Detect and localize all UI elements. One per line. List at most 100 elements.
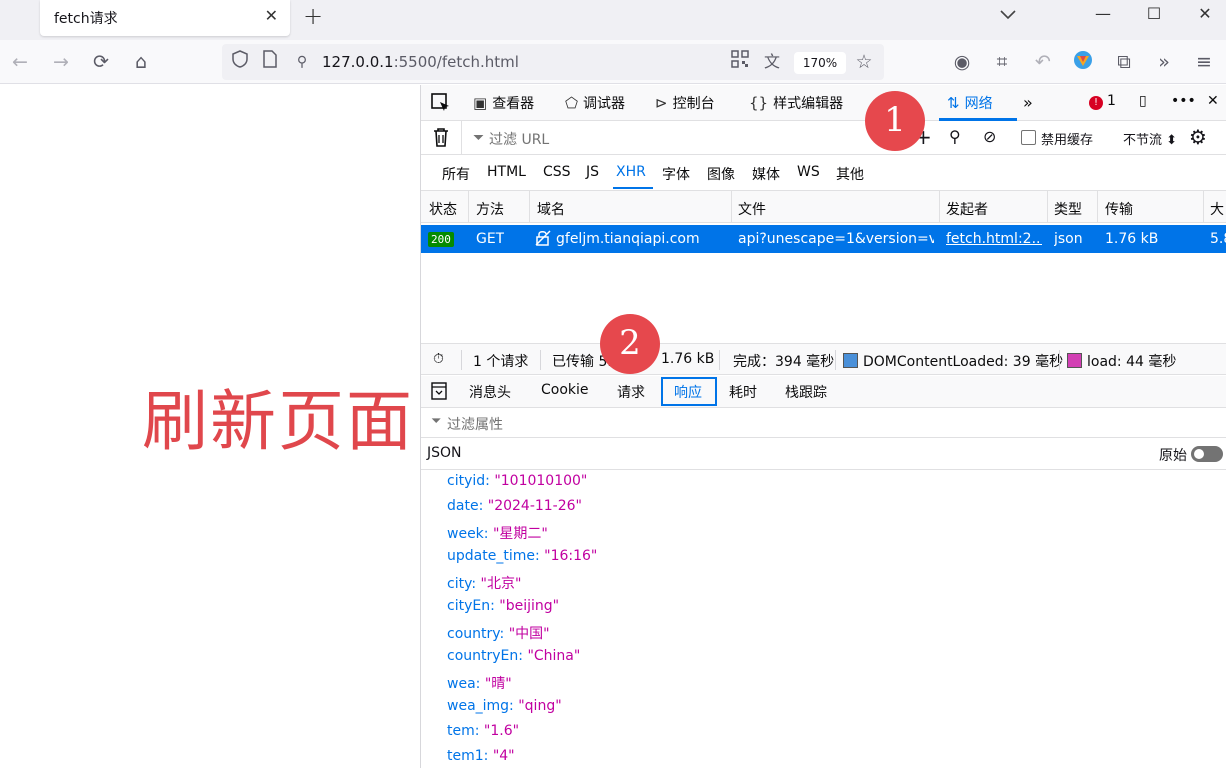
tab-request[interactable]: 请求: [617, 382, 645, 402]
tab-debugger[interactable]: ⬠ 调试器: [565, 93, 625, 113]
column-status[interactable]: 状态: [429, 199, 457, 219]
json-row[interactable]: cityEn: "beijing": [447, 598, 559, 614]
column-divider: [1047, 191, 1048, 223]
extensions-puzzle-icon[interactable]: ⧉: [1112, 50, 1136, 74]
column-initiator[interactable]: 发起者: [946, 199, 988, 219]
forward-arrow-icon[interactable]: →: [49, 50, 73, 74]
request-initiator-link[interactable]: fetch.html:2...: [946, 231, 1042, 247]
account-icon[interactable]: ◉: [950, 50, 974, 74]
menu-icon[interactable]: ≡: [1192, 50, 1216, 74]
json-response-viewer: cityid: "101010100" date: "2024-11-26" wee…: [421, 471, 1226, 768]
extension-shield-icon[interactable]: [1071, 50, 1095, 74]
disable-cache-checkbox[interactable]: [1021, 130, 1036, 145]
transferred-summary-rest: 1.76 kB: [661, 351, 715, 367]
more-tools-chevron-icon[interactable]: »: [1023, 93, 1033, 112]
tab-timings[interactable]: 耗时: [729, 382, 757, 402]
column-file[interactable]: 文件: [738, 199, 766, 219]
json-key: wea_img:: [447, 698, 519, 714]
shield-icon[interactable]: [228, 50, 252, 74]
filter-js[interactable]: JS: [586, 164, 599, 180]
json-row[interactable]: wea_img: "qing": [447, 698, 562, 714]
json-key: country:: [447, 626, 509, 642]
column-divider: [468, 191, 469, 223]
more-options-icon[interactable]: •••: [1171, 93, 1196, 109]
clear-trash-icon[interactable]: [433, 127, 449, 151]
undo-icon[interactable]: ↶: [1031, 50, 1055, 74]
filter-other[interactable]: 其他: [836, 164, 864, 184]
minimize-button[interactable]: —: [1080, 4, 1126, 28]
qr-code-icon[interactable]: [728, 50, 752, 74]
stopwatch-icon[interactable]: ⏱: [433, 351, 444, 367]
maximize-button[interactable]: ☐: [1131, 4, 1177, 28]
filter-images[interactable]: 图像: [707, 164, 735, 184]
error-count-badge[interactable]: ! 1: [1089, 93, 1116, 110]
page-info-icon[interactable]: [258, 50, 282, 74]
json-value: "4": [492, 748, 515, 764]
tab-headers[interactable]: 消息头: [469, 382, 511, 402]
close-window-button[interactable]: ✕: [1182, 4, 1226, 28]
tab-network[interactable]: ⇅ 网络: [947, 93, 993, 113]
list-tabs-chevron-icon[interactable]: [1000, 8, 1016, 24]
element-picker-icon[interactable]: [431, 93, 451, 117]
filter-media[interactable]: 媒体: [752, 164, 780, 184]
json-key: cityEn:: [447, 598, 500, 614]
column-domain[interactable]: 域名: [537, 199, 565, 219]
raw-toggle-switch[interactable]: [1191, 446, 1223, 462]
block-icon[interactable]: ⊘: [983, 127, 996, 146]
throttle-select[interactable]: 不节流 ⬍: [1123, 129, 1177, 148]
json-label[interactable]: JSON: [427, 445, 462, 461]
filter-all[interactable]: 所有: [442, 164, 470, 184]
tab-cookie[interactable]: Cookie: [541, 382, 589, 398]
json-key: city:: [447, 576, 481, 592]
screenshot-crop-icon[interactable]: ⌗: [990, 50, 1014, 74]
overflow-chevrons-icon[interactable]: »: [1152, 50, 1176, 74]
network-settings-gear-icon[interactable]: ⚙: [1189, 125, 1207, 149]
tab-console[interactable]: ⊳ 控制台: [655, 93, 715, 113]
filter-fonts[interactable]: 字体: [662, 164, 690, 184]
json-row[interactable]: wea: "晴": [447, 673, 512, 693]
json-row[interactable]: city: "北京": [447, 573, 521, 593]
new-tab-button[interactable]: +: [303, 2, 323, 30]
filter-url-input[interactable]: 过滤 URL: [489, 129, 549, 149]
json-row[interactable]: tem: "1.6": [447, 723, 519, 739]
bookmark-star-icon[interactable]: ☆: [852, 50, 876, 74]
home-icon[interactable]: ⌂: [129, 50, 153, 74]
search-icon[interactable]: ⚲: [949, 127, 961, 146]
tab-inspector[interactable]: ▣ 查看器: [473, 93, 534, 113]
json-row[interactable]: week: "星期二": [447, 523, 548, 543]
column-method[interactable]: 方法: [476, 199, 504, 219]
url-bar[interactable]: ⚲ 127.0.0.1:5500/fetch.html 文 170% ☆: [222, 44, 884, 80]
json-row[interactable]: countryEn: "China": [447, 648, 580, 664]
toggle-sidebar-icon[interactable]: [431, 382, 447, 404]
column-type[interactable]: 类型: [1054, 199, 1082, 219]
close-devtools-icon[interactable]: ✕: [1207, 93, 1219, 109]
filter-css[interactable]: CSS: [543, 164, 571, 180]
tab-stack-trace[interactable]: 栈跟踪: [785, 382, 827, 402]
tab-style-editor[interactable]: {} 样式编辑器: [749, 93, 843, 113]
permissions-icon[interactable]: ⚲: [290, 50, 314, 74]
filter-html[interactable]: HTML: [487, 164, 526, 180]
reload-icon[interactable]: ⟳: [89, 50, 113, 74]
url-text[interactable]: 127.0.0.1:5500/fetch.html: [322, 53, 519, 71]
dock-side-icon[interactable]: ▯: [1139, 93, 1147, 109]
tab-response[interactable]: 响应: [674, 382, 702, 402]
filter-xhr[interactable]: XHR: [616, 164, 646, 180]
zoom-level-button[interactable]: 170%: [794, 52, 846, 74]
json-key: cityid:: [447, 473, 495, 489]
filter-ws[interactable]: WS: [797, 164, 820, 180]
json-row[interactable]: cityid: "101010100": [447, 473, 587, 489]
json-row[interactable]: country: "中国": [447, 623, 550, 643]
translate-icon[interactable]: 文: [760, 50, 784, 74]
json-row[interactable]: date: "2024-11-26": [447, 498, 582, 514]
filter-properties-input[interactable]: 过滤属性: [447, 414, 503, 434]
request-table-header: 状态 方法 域名 文件 发起者 类型 传输 大: [421, 191, 1226, 223]
column-size[interactable]: 大: [1210, 199, 1224, 219]
browser-tab[interactable]: fetch请求 ✕: [40, 0, 290, 36]
json-key: update_time:: [447, 548, 545, 564]
back-arrow-icon[interactable]: ←: [8, 50, 32, 74]
table-row[interactable]: 200 GET gfeljm.tianqiapi.com api?unescap…: [421, 225, 1226, 253]
json-row[interactable]: tem1: "4": [447, 748, 515, 764]
tab-close-icon[interactable]: ✕: [265, 6, 278, 25]
column-transferred[interactable]: 传输: [1105, 199, 1133, 219]
json-row[interactable]: update_time: "16:16": [447, 548, 597, 564]
